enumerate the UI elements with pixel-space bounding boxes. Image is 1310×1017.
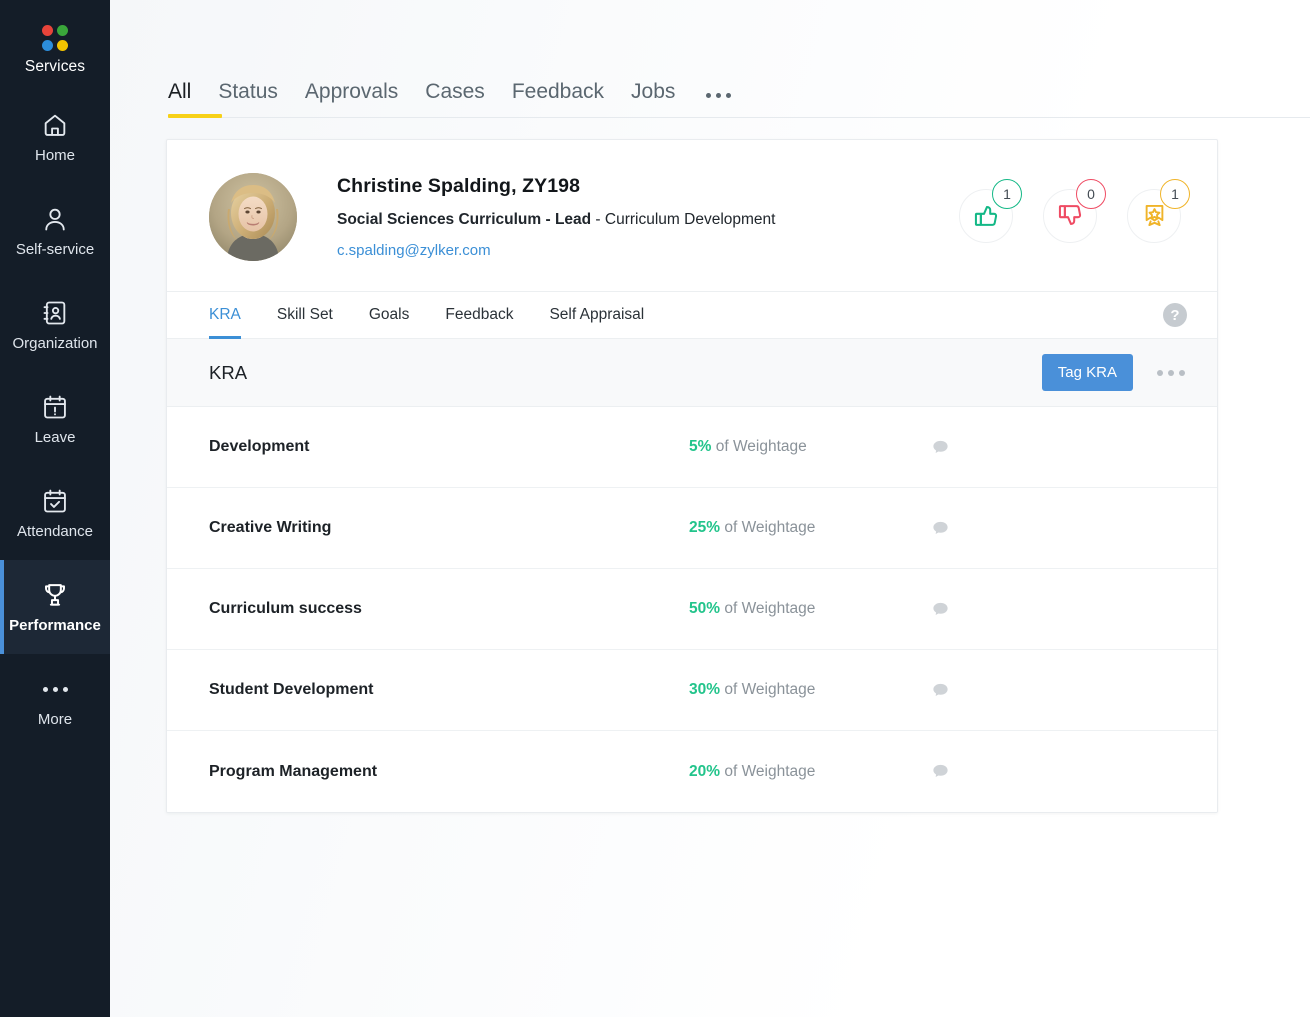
sidebar-item-label: Self-service [16, 242, 94, 257]
kra-weightage-value: 25% [689, 519, 720, 536]
brand-services[interactable]: Services [0, 10, 110, 90]
sidebar-item-organization[interactable]: Organization [0, 278, 110, 372]
table-row[interactable]: Development 5% of Weightage [167, 407, 1217, 488]
sidebar-item-performance[interactable]: Performance [0, 560, 110, 654]
tab-approvals[interactable]: Approvals [305, 81, 416, 102]
kra-name: Student Development [209, 681, 689, 699]
sidebar: Services Home Self-service [0, 0, 110, 1017]
calendar-alert-icon [41, 393, 69, 421]
table-row[interactable]: Program Management 20% of Weightage [167, 731, 1217, 812]
subtab-goals[interactable]: Goals [369, 291, 410, 339]
sidebar-item-leave[interactable]: Leave [0, 372, 110, 466]
sidebar-item-more[interactable]: More [0, 654, 110, 748]
sidebar-item-label: Leave [35, 430, 76, 445]
kra-weightage: 25% of Weightage [689, 519, 919, 537]
kra-weightage-value: 50% [689, 600, 720, 617]
calendar-check-icon [41, 487, 69, 515]
sidebar-item-label: Home [35, 148, 75, 163]
kra-name: Development [209, 438, 689, 456]
table-row[interactable]: Student Development 30% of Weightage [167, 650, 1217, 731]
kra-weightage: 20% of Weightage [689, 763, 919, 781]
kra-weightage-suffix: of Weightage [724, 519, 815, 536]
sub-tab-bar: KRA Skill Set Goals Feedback Self Apprai… [167, 291, 1217, 339]
tab-overflow-ellipsis-icon[interactable] [702, 93, 735, 102]
top-tab-bar: All Status Approvals Cases Feedback Jobs [110, 0, 1310, 118]
feedback-badges: 1 0 [959, 189, 1181, 243]
app-root: Services Home Self-service [0, 0, 1310, 1017]
comment-bubble-icon[interactable] [931, 438, 950, 457]
subtab-feedback[interactable]: Feedback [445, 291, 513, 339]
sidebar-item-label: Organization [12, 336, 97, 351]
table-row[interactable]: Curriculum success 50% of Weightage [167, 569, 1217, 650]
kra-weightage-value: 20% [689, 763, 720, 780]
comment-bubble-icon[interactable] [931, 762, 950, 781]
tab-status[interactable]: Status [218, 81, 296, 102]
kra-header-actions: Tag KRA [1042, 354, 1189, 391]
kra-weightage-value: 30% [689, 681, 720, 698]
top-tabs: All Status Approvals Cases Feedback Jobs [166, 58, 1310, 102]
main-content: All Status Approvals Cases Feedback Jobs [110, 0, 1310, 1017]
kra-weightage-suffix: of Weightage [716, 438, 807, 455]
four-color-dots-logo-icon [42, 25, 68, 51]
sidebar-item-home[interactable]: Home [0, 90, 110, 184]
comment-bubble-icon[interactable] [931, 600, 950, 619]
subtab-kra[interactable]: KRA [209, 291, 241, 339]
comment-bubble-icon[interactable] [931, 519, 950, 538]
thumbs-down-badge[interactable]: 0 [1043, 189, 1097, 243]
kra-overflow-ellipsis-icon[interactable] [1153, 364, 1189, 382]
tab-cases[interactable]: Cases [425, 81, 503, 102]
kra-weightage: 50% of Weightage [689, 600, 919, 618]
kra-section-header: KRA Tag KRA [167, 339, 1217, 407]
profile-info: Christine Spalding, ZY198 Social Science… [337, 175, 775, 259]
subtab-self-appraisal[interactable]: Self Appraisal [549, 291, 644, 339]
tab-jobs[interactable]: Jobs [631, 81, 693, 102]
kra-weightage-suffix: of Weightage [724, 681, 815, 698]
employee-card: Christine Spalding, ZY198 Social Science… [166, 139, 1218, 813]
subtab-skill-set[interactable]: Skill Set [277, 291, 333, 339]
award-count: 1 [1160, 179, 1190, 209]
thumbs-up-count: 1 [992, 179, 1022, 209]
table-row[interactable]: Creative Writing 25% of Weightage [167, 488, 1217, 569]
home-icon [41, 111, 69, 139]
top-tabs-active-indicator [168, 114, 222, 118]
profile-header: Christine Spalding, ZY198 Social Science… [167, 140, 1217, 291]
avatar[interactable] [209, 173, 297, 261]
employee-role-primary: Social Sciences Curriculum - Lead [337, 211, 591, 228]
employee-name: Christine Spalding, ZY198 [337, 175, 775, 198]
comment-bubble-icon[interactable] [931, 681, 950, 700]
brand-label: Services [25, 58, 85, 76]
employee-role-secondary: - Curriculum Development [591, 211, 775, 228]
kra-name: Program Management [209, 763, 689, 781]
tab-feedback[interactable]: Feedback [512, 81, 622, 102]
kra-weightage-value: 5% [689, 438, 711, 455]
thumbs-up-badge[interactable]: 1 [959, 189, 1013, 243]
sidebar-item-label: More [38, 712, 72, 727]
sidebar-item-label: Attendance [17, 524, 93, 539]
thumbs-down-count: 0 [1076, 179, 1106, 209]
trophy-icon [41, 581, 69, 609]
help-icon[interactable]: ? [1163, 303, 1187, 327]
tag-kra-button[interactable]: Tag KRA [1042, 354, 1133, 391]
sidebar-item-label: Performance [9, 618, 101, 633]
kra-name: Curriculum success [209, 600, 689, 618]
sidebar-item-self-service[interactable]: Self-service [0, 184, 110, 278]
kra-weightage-suffix: of Weightage [724, 600, 815, 617]
award-badge[interactable]: 1 [1127, 189, 1181, 243]
address-book-icon [41, 299, 69, 327]
kra-weightage: 30% of Weightage [689, 681, 919, 699]
kra-section-title: KRA [209, 362, 247, 384]
employee-email-link[interactable]: c.spalding@zylker.com [337, 242, 775, 259]
top-tabs-divider [168, 117, 1310, 118]
tab-all[interactable]: All [166, 81, 209, 102]
user-icon [41, 205, 69, 233]
ellipsis-icon [43, 675, 68, 703]
kra-weightage-suffix: of Weightage [724, 763, 815, 780]
kra-weightage: 5% of Weightage [689, 438, 919, 456]
employee-role: Social Sciences Curriculum - Lead - Curr… [337, 211, 775, 229]
kra-name: Creative Writing [209, 519, 689, 537]
sidebar-item-attendance[interactable]: Attendance [0, 466, 110, 560]
